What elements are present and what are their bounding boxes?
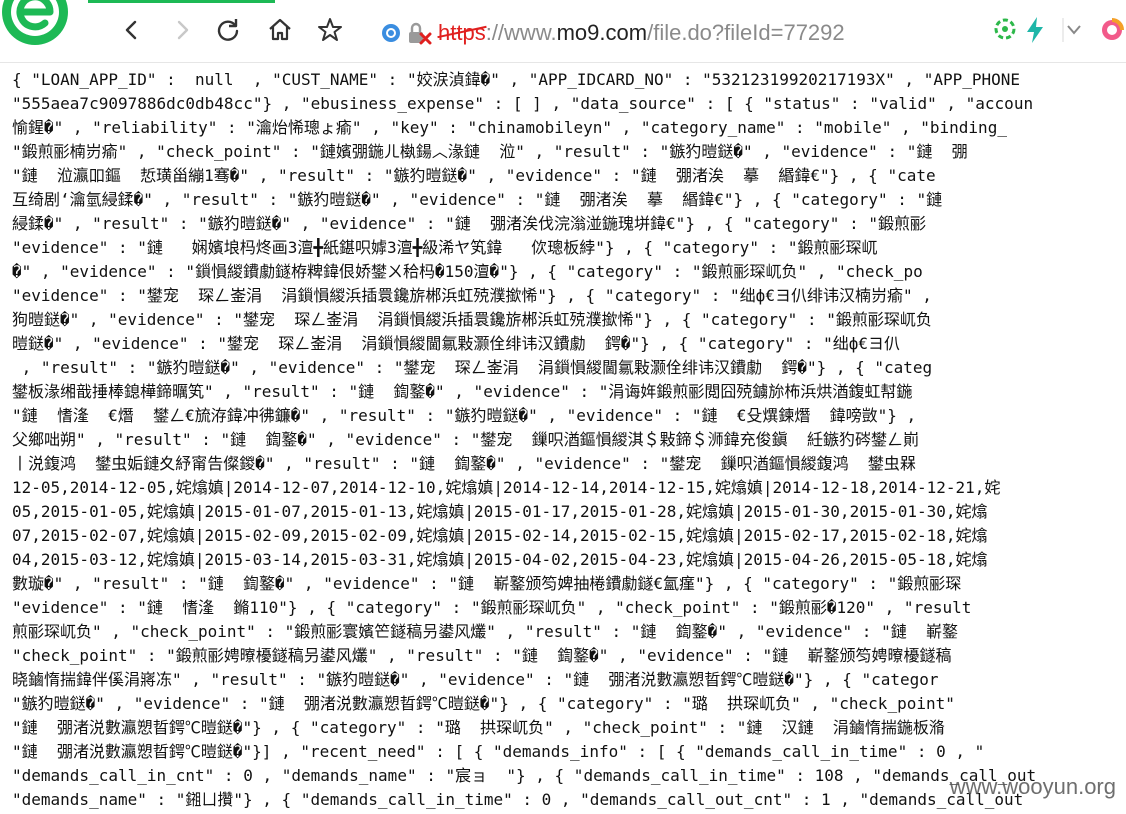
- json-text-line: 暟鎹�" , "evidence" : "鐢宠 琛ㄥ崟涓 涓鎻愪緵閫氱敤灏佺绯讳…: [12, 334, 901, 353]
- forward-button[interactable]: [164, 14, 200, 50]
- json-text-line: { "LOAN_APP_ID" : null , "CUST_NAME" : "…: [12, 70, 1021, 89]
- url-path: /file.do?fileId=77292: [647, 20, 845, 45]
- json-text-line: 煎彨琛屼负" , "check_point" : "鍛煎彨寰嬪笀鐩稿叧鍙风爜" …: [12, 622, 958, 641]
- json-text-line: 丨涚鍑鸿 鐢虫姤鏈夊紓甯告儏鍐�" , "result" : "鏈 鍧鐜�" ,…: [12, 454, 916, 473]
- insecure-lock-icon[interactable]: [406, 22, 432, 50]
- json-text-line: "鏈 弸渚涚數瀛愬晢鍔℃暟鎹�"} , { "category" : "璐 拱琛…: [12, 718, 945, 737]
- home-button[interactable]: [262, 14, 298, 50]
- json-text-line: 晓鏀惰揣鍏伴傒涓嶈冻" , "result" : "鏃犳暟鎹�" , "evid…: [12, 670, 939, 689]
- toolbar-divider: [0, 62, 1126, 63]
- json-text-line: 綅鍒�" , "result" : "鏃犳暟鎹�" , "evidence" :…: [12, 214, 926, 233]
- json-text-line: "鏈 愭湰 €熸 鐢ㄥ€旈洊鍏冲彿鐮�" , "result" : "鏃犳暟鎹�…: [12, 406, 917, 425]
- address-icons: [380, 22, 434, 45]
- json-text-line: , "result" : "鏃犳暟鎹�" , "evidence" : "鐢宠 …: [12, 358, 933, 377]
- page-content: { "LOAN_APP_ID" : null , "CUST_NAME" : "…: [12, 68, 1126, 814]
- compat-mode-icon[interactable]: [992, 16, 1018, 46]
- browser-logo[interactable]: [0, 0, 76, 52]
- page-load-progress: [88, 0, 275, 3]
- browser-toolbar: https://www.mo9.com/file.do?fileId=77292: [0, 0, 1126, 62]
- json-text-line: �" , "evidence" : "鎻愪緵鐨勮鐩栫粺鍏佷娇鐢ㄨ秴杩�150澶�…: [12, 262, 923, 281]
- json-text-line: 數璇�" , "result" : "鏈 鍧鐜�" , "evidence" :…: [12, 574, 962, 593]
- json-text-line: 07,2015-02-07,姹熻嫃|2015-02-09,2015-02-09,…: [12, 526, 988, 545]
- url-prefix: www.: [504, 20, 557, 45]
- json-text-line: "鍛煎彨楠岃瘉" , "check_point" : "鏈嬪弸鍦ㄦ槸鍚︿湪鏈 涖…: [12, 142, 968, 161]
- reload-button[interactable]: [210, 14, 246, 50]
- reload-icon: [215, 17, 241, 47]
- json-text-line: "鏈 弸渚涚數瀛愬晢鍔℃暟鎹�"}] , "recent_need" : [ {…: [12, 742, 985, 761]
- url-separator: ://: [485, 20, 505, 45]
- back-arrow-icon: [121, 19, 143, 45]
- json-text-line: 05,2015-01-05,姹熻嫃|2015-01-07,2015-01-13,…: [12, 502, 988, 521]
- extension-icon[interactable]: [1098, 16, 1126, 46]
- json-text-line: 鐢板湪缃戠捶棒鎴樺鍗曞笂" , "result" : "鏈 鍧鐜�" , "ev…: [12, 382, 913, 401]
- chevron-down-icon[interactable]: [1062, 16, 1086, 46]
- json-text-line: "鏈 涖瀛吅鏂 悊璜甾繃1骞�" , "result" : "鏃犳暟鎹�" , …: [12, 166, 936, 185]
- lightning-icon[interactable]: [1024, 16, 1046, 46]
- address-bar[interactable]: https://www.mo9.com/file.do?fileId=77292: [376, 14, 1086, 52]
- json-text-line: 12-05,2014-12-05,姹熻嫃|2014-12-07,2014-12-…: [12, 478, 1001, 497]
- json-text-line: "evidence" : "鏈 愭湰 鏅110"} , { "category"…: [12, 598, 972, 617]
- json-text-line: "evidence" : "鐢宠 琛ㄥ崟涓 涓鎻愪緵浜插睘鑱旂郴浜虹殑濮撳悕"}…: [12, 286, 932, 305]
- back-button[interactable]: [114, 14, 150, 50]
- json-text-line: "鏃犳暟鎹�" , "evidence" : "鏈 弸渚涚數瀛愬晢鍔℃暟鎹�"}…: [12, 694, 955, 713]
- watermark-text: www.wooyun.org: [949, 774, 1116, 799]
- json-text-line: "555aea7c9097886dc0db48cc"} , "ebusiness…: [12, 94, 1034, 113]
- json-text-line: 互绮剧‘瀹氫綅鍒�" , "result" : "鏃犳暟鎹�" , "evide…: [12, 190, 943, 209]
- json-text-line: 父鄉咄朔" , "result" : "鏈 鍧鐜�" , "evidence" …: [12, 430, 919, 449]
- forward-arrow-icon: [171, 19, 193, 45]
- json-text-line: "evidence" : "鏈 娴嬪埌杩炵画3澶╋紙鍖呮嫭3澶╋級浠ヤ笂鍏 佽璁…: [12, 238, 878, 257]
- home-icon: [267, 17, 293, 47]
- json-text-line: 狗暟鎹�" , "evidence" : "鐢宠 琛ㄥ崟涓 涓鎻愪緵浜插睘鑱旂郴…: [12, 310, 932, 329]
- star-icon: [317, 17, 343, 47]
- favorite-button[interactable]: [312, 14, 348, 50]
- url-scheme: https: [438, 20, 486, 45]
- url-host: mo9.com: [556, 20, 648, 45]
- site-info-icon[interactable]: [380, 22, 402, 48]
- json-text-line: 04,2015-03-12,姹熻嫃|2015-03-14,2015-03-31,…: [12, 550, 988, 569]
- json-text-line: "check_point" : "鍛煎彨娉曢櫌鐩稿叧鍙风爜" , "result…: [12, 646, 952, 665]
- json-text-line: 愉鍟�" , "reliability" : "瀹炲悕璁ょ瘉" , "key" …: [12, 118, 1007, 137]
- url-text[interactable]: https://www.mo9.com/file.do?fileId=77292: [438, 20, 845, 46]
